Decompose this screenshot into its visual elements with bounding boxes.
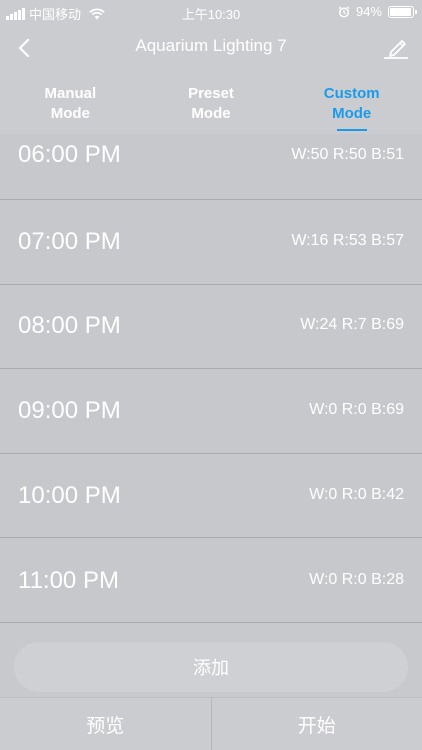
status-bar: 中国移动 上午10:30 94% <box>0 0 422 24</box>
active-tab-indicator <box>336 129 367 131</box>
schedule-time: 08:00 PM <box>18 312 121 339</box>
tab-label: Mode <box>50 105 90 122</box>
schedule-row[interactable]: 07:00 PM W:16 R:53 B:57 <box>0 200 422 285</box>
start-button[interactable]: 开始 <box>212 698 422 750</box>
schedule-values: W:0 R:0 B:42 <box>309 486 404 503</box>
schedule-values: W:0 R:0 B:69 <box>309 401 404 418</box>
schedule-time: 09:00 PM <box>18 397 121 424</box>
bottom-bar: 预览 开始 <box>0 697 422 750</box>
schedule-values: W:50 R:50 B:51 <box>291 146 404 163</box>
schedule-row[interactable]: 08:00 PM W:24 R:7 B:69 <box>0 284 422 369</box>
battery-icon <box>388 5 417 18</box>
tab-preset-mode[interactable]: Preset Mode <box>141 72 282 134</box>
tab-label: Mode <box>332 105 372 122</box>
schedule-values: W:0 R:0 B:28 <box>309 571 404 588</box>
schedule-time: 06:00 PM <box>18 141 121 168</box>
pencil-icon <box>384 40 408 59</box>
edit-button[interactable] <box>380 32 412 64</box>
schedule-values: W:24 R:7 B:69 <box>300 316 404 333</box>
mode-tabs: Manual Mode Preset Mode Custom Mode <box>0 72 422 134</box>
add-button[interactable]: 添加 <box>14 642 408 692</box>
preview-button[interactable]: 预览 <box>0 698 211 750</box>
tab-custom-mode[interactable]: Custom Mode <box>281 72 422 134</box>
schedule-time: 07:00 PM <box>18 228 121 255</box>
tab-label: Manual <box>44 85 97 102</box>
battery-fill <box>390 7 411 16</box>
schedule-list[interactable]: 06:00 PM W:50 R:50 B:51 07:00 PM W:16 R:… <box>0 134 422 624</box>
schedule-values: W:16 R:53 B:57 <box>291 232 404 249</box>
schedule-row[interactable]: 11:00 PM W:0 R:0 B:28 <box>0 538 422 623</box>
tab-manual-mode[interactable]: Manual Mode <box>0 72 141 134</box>
tab-label: Preset <box>188 85 234 102</box>
schedule-row[interactable]: 10:00 PM W:0 R:0 B:42 <box>0 453 422 538</box>
schedule-time: 10:00 PM <box>18 482 121 509</box>
status-right: 94% <box>338 4 417 19</box>
schedule-time: 11:00 PM <box>18 567 119 594</box>
tab-label: Custom <box>323 85 380 102</box>
schedule-row[interactable]: 09:00 PM W:0 R:0 B:69 <box>0 369 422 454</box>
alarm-icon <box>338 5 350 18</box>
tab-label: Mode <box>191 105 231 122</box>
battery-percent: 94% <box>355 4 382 19</box>
schedule-row[interactable]: 06:00 PM W:50 R:50 B:51 <box>0 134 422 200</box>
page-title: Aquarium Lighting 7 <box>135 36 287 55</box>
navbar: Aquarium Lighting 7 <box>0 24 422 72</box>
